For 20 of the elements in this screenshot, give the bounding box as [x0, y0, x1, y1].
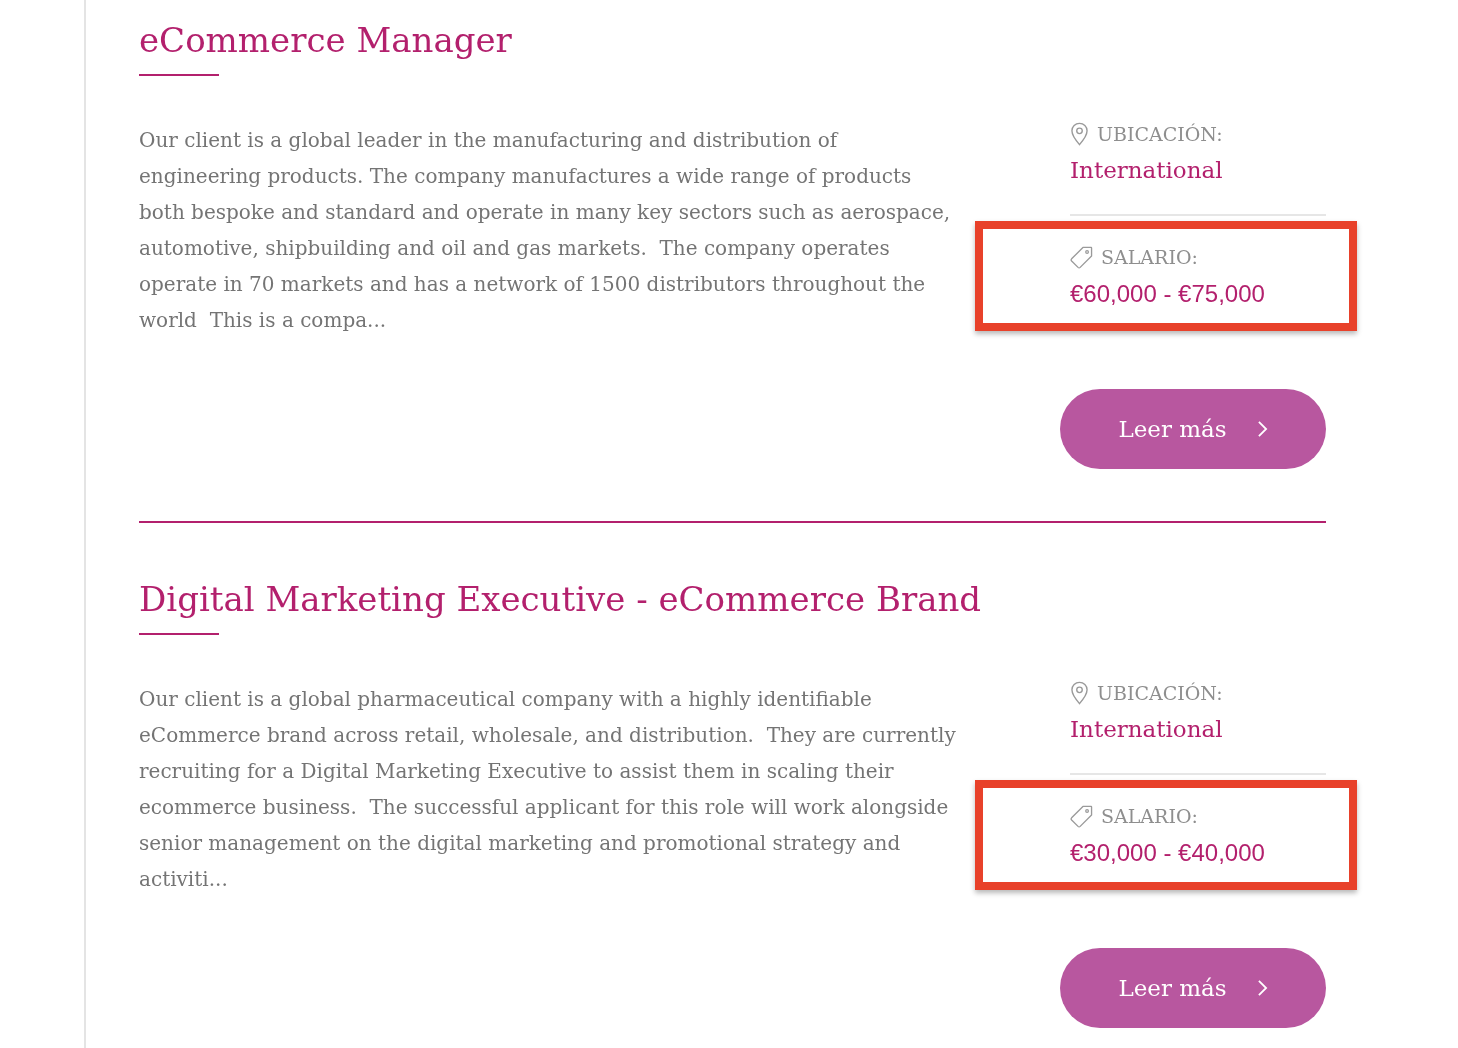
price-tag-icon: [1070, 245, 1093, 269]
location-label: UBICACIÓN:: [1097, 122, 1223, 146]
salary-value: €60,000 - €75,000: [1070, 279, 1266, 309]
chevron-right-icon: [1256, 420, 1268, 438]
location-pin-icon: [1070, 122, 1089, 146]
location-pin-icon: [1070, 681, 1089, 705]
job-title[interactable]: Digital Marketing Executive - eCommerce Brand: [139, 577, 1326, 621]
location-label: UBICACIÓN:: [1097, 681, 1223, 705]
price-tag-icon: [1070, 804, 1093, 828]
location-value: International: [1070, 156, 1224, 185]
read-more-button[interactable]: Leer más: [1060, 948, 1326, 1028]
job-description: Our client is a global pharmaceutical company with a highly identifiable eCommerce brand across retail, wholesale, and distribution. They are currently recruiting for a Digital Marketing Executive to assist them in scaling their ecommerce business. The successful applicant for this role will work alongside senior management on the digital marketing and promotional strategy and activiti...: [139, 686, 957, 893]
salary-value: €30,000 - €40,000: [1070, 838, 1266, 868]
salary-label: SALARIO:: [1101, 804, 1198, 828]
salary-label: SALARIO:: [1101, 245, 1198, 269]
job-title[interactable]: eCommerce Manager: [139, 18, 1326, 62]
chevron-right-icon: [1256, 979, 1268, 997]
read-more-button[interactable]: Leer más: [1060, 389, 1326, 469]
location-value: International: [1070, 715, 1224, 744]
job-description: Our client is a global leader in the manufacturing and distribution of engineering products. The company manufactures a wide range of products both bespoke and standard and operate in many key sectors such as aerospace, automotive, shipbuilding and oil and gas markets. The company operates operate in 70 markets and has a network of 1500 distributors throughout the world This is a compa...: [139, 127, 952, 334]
